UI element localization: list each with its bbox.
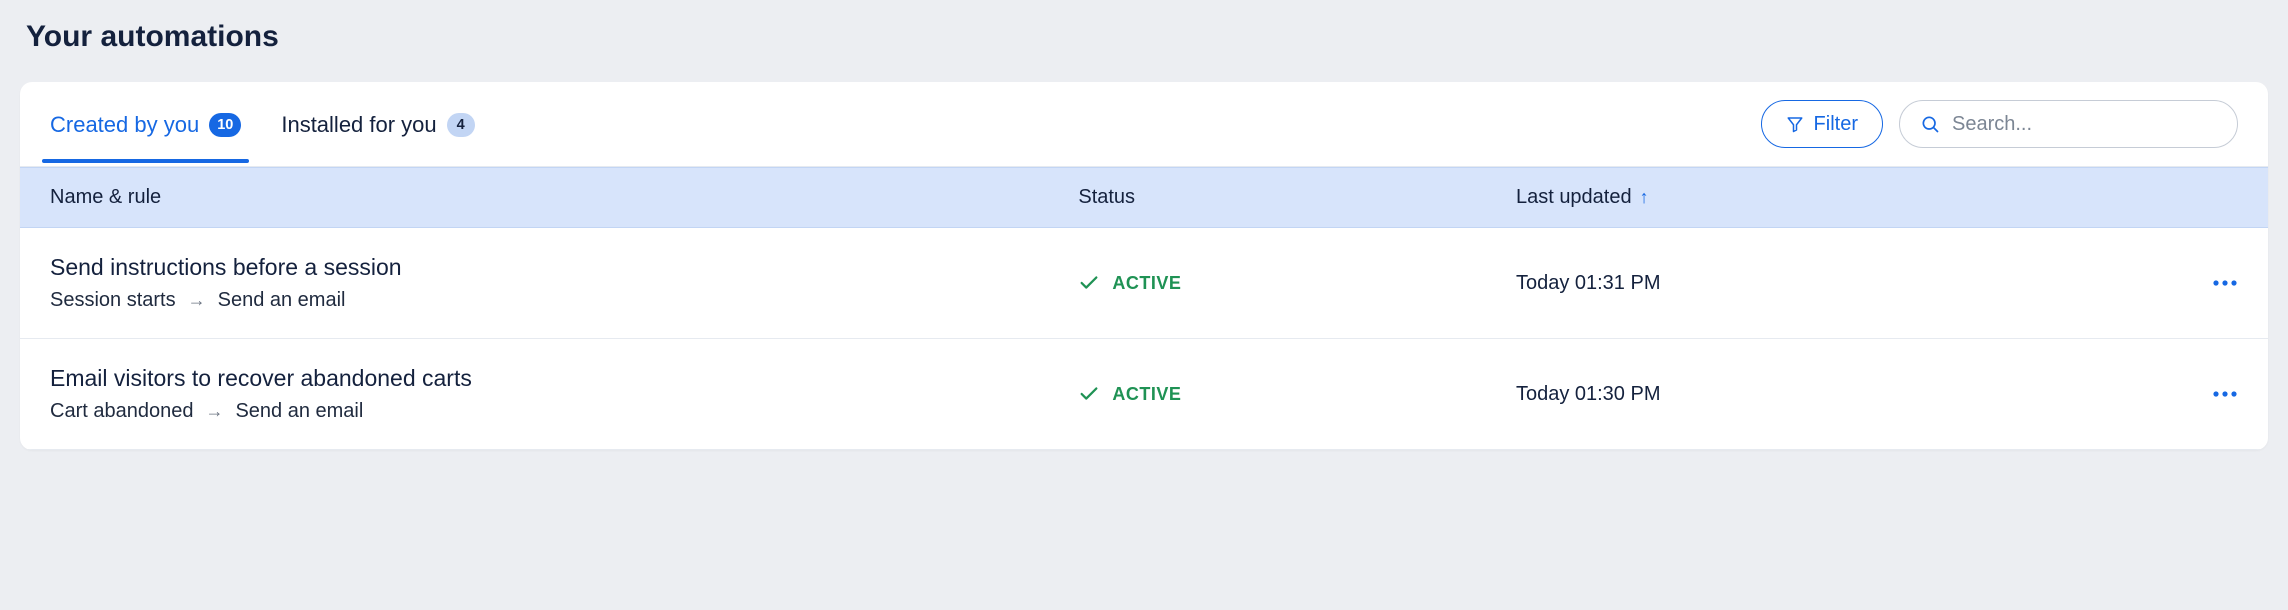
row-updated-cell: Today 01:31 PM: [1516, 272, 2085, 295]
rule-action: Send an email: [218, 289, 346, 312]
row-actions-cell: [2085, 274, 2238, 292]
updated-text: Today 01:31 PM: [1516, 272, 1661, 295]
filter-button[interactable]: Filter: [1761, 100, 1883, 148]
arrow-right-icon: →: [205, 401, 223, 422]
search-icon: [1920, 114, 1940, 134]
tab-installed-for-you[interactable]: Installed for you 4: [281, 86, 474, 162]
row-status-cell: ACTIVE: [1078, 383, 1516, 405]
more-actions-button[interactable]: [2085, 390, 2238, 398]
check-icon: [1078, 272, 1100, 294]
column-updated-label: Last updated: [1516, 186, 1632, 209]
rule-trigger: Session starts: [50, 289, 176, 312]
controls: Filter: [1761, 82, 2238, 166]
filter-icon: [1786, 115, 1804, 133]
page-title: Your automations: [20, 20, 2268, 54]
table-header: Name & rule Status Last updated ↑: [20, 167, 2268, 228]
tab-label: Created by you: [50, 112, 199, 138]
row-actions-cell: [2085, 385, 2238, 403]
status-badge: ACTIVE: [1078, 272, 1516, 294]
search-input[interactable]: [1952, 113, 2217, 136]
automation-rule: Session starts → Send an email: [50, 289, 1078, 312]
row-name-cell: Send instructions before a session Sessi…: [50, 254, 1078, 312]
row-name-cell: Email visitors to recover abandoned cart…: [50, 365, 1078, 423]
table-row[interactable]: Send instructions before a session Sessi…: [20, 228, 2268, 339]
automation-title: Email visitors to recover abandoned cart…: [50, 365, 1078, 392]
status-text: ACTIVE: [1112, 384, 1181, 405]
filter-label: Filter: [1814, 113, 1858, 136]
more-actions-button[interactable]: [2085, 279, 2238, 287]
row-status-cell: ACTIVE: [1078, 272, 1516, 294]
column-updated[interactable]: Last updated ↑: [1516, 186, 2085, 209]
sort-ascending-icon: ↑: [1640, 187, 1649, 208]
tab-count-badge: 4: [447, 113, 475, 137]
check-icon: [1078, 383, 1100, 405]
tab-label: Installed for you: [281, 112, 436, 138]
arrow-right-icon: →: [188, 290, 206, 311]
rule-action: Send an email: [235, 400, 363, 423]
rule-trigger: Cart abandoned: [50, 400, 193, 423]
table-row[interactable]: Email visitors to recover abandoned cart…: [20, 339, 2268, 450]
status-text: ACTIVE: [1112, 273, 1181, 294]
tab-created-by-you[interactable]: Created by you 10: [50, 86, 241, 162]
row-updated-cell: Today 01:30 PM: [1516, 383, 2085, 406]
updated-text: Today 01:30 PM: [1516, 383, 1661, 406]
column-name[interactable]: Name & rule: [50, 186, 1078, 209]
automation-rule: Cart abandoned → Send an email: [50, 400, 1078, 423]
status-badge: ACTIVE: [1078, 383, 1516, 405]
tab-count-badge: 10: [209, 113, 241, 137]
tabs-row: Created by you 10 Installed for you 4 Fi…: [20, 82, 2268, 167]
automations-card: Created by you 10 Installed for you 4 Fi…: [20, 82, 2268, 450]
search-field[interactable]: [1899, 100, 2238, 148]
column-status[interactable]: Status: [1078, 186, 1516, 209]
automation-title: Send instructions before a session: [50, 254, 1078, 281]
